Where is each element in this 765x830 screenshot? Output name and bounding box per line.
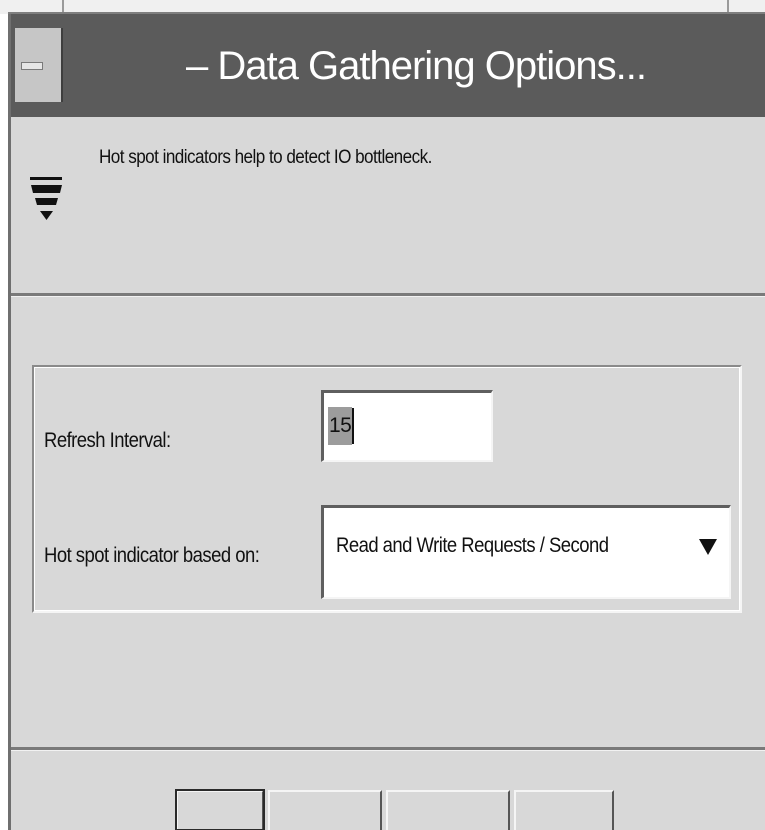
refresh-interval-input[interactable]: 15 <box>321 390 493 462</box>
info-panel: Hot spot indicators help to detect IO bo… <box>11 117 765 293</box>
hot-spot-indicator-dropdown[interactable]: Read and Write Requests / Second <box>321 505 731 599</box>
refresh-interval-label: Refresh Interval: <box>44 429 171 452</box>
dialog-button-1[interactable] <box>175 789 265 830</box>
dropdown-arrow-icon[interactable] <box>699 539 717 555</box>
hot-spot-indicator-label: Hot spot indicator based on: <box>44 544 260 567</box>
refresh-interval-value: 15 <box>328 407 353 445</box>
info-message: Hot spot indicators help to detect IO bo… <box>99 147 432 168</box>
hotspot-icon <box>30 177 62 220</box>
dialog-window: – Data Gathering Options... Hot spot ind… <box>8 14 765 830</box>
separator-bottom <box>11 747 765 751</box>
outer-frame-top <box>0 0 765 14</box>
window-menu-button[interactable] <box>15 28 63 102</box>
text-caret <box>352 408 355 444</box>
window-menu-icon <box>21 62 43 70</box>
title-bar[interactable]: – Data Gathering Options... <box>11 14 765 117</box>
refresh-interval-value-wrap: 15 <box>328 407 355 445</box>
dialog-button-4[interactable] <box>514 790 614 830</box>
hot-spot-indicator-selected: Read and Write Requests / Second <box>336 534 609 557</box>
dialog-button-2[interactable] <box>268 790 382 830</box>
dialog-button-3[interactable] <box>386 790 510 830</box>
separator-top <box>11 293 765 297</box>
window-title: – Data Gathering Options... <box>186 44 647 88</box>
